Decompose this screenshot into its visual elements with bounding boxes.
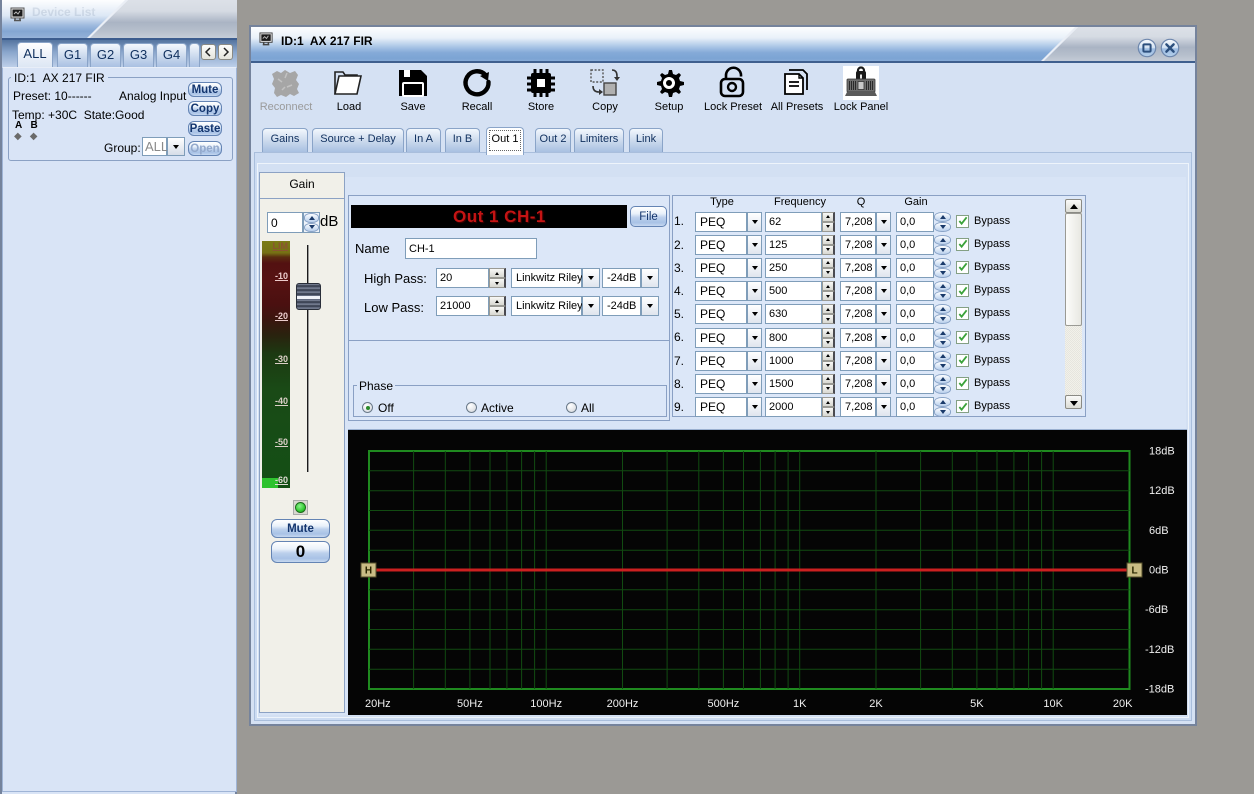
svg-text:0dB: 0dB [1149, 565, 1169, 577]
svg-text:12dB: 12dB [1149, 485, 1175, 497]
svg-text:-18dB: -18dB [1145, 684, 1174, 696]
svg-text:6dB: 6dB [1149, 525, 1169, 537]
svg-text:50Hz: 50Hz [457, 698, 483, 710]
svg-text:5K: 5K [970, 698, 984, 710]
svg-text:18dB: 18dB [1149, 446, 1175, 458]
svg-text:10K: 10K [1043, 698, 1063, 710]
svg-text:20K: 20K [1113, 698, 1133, 710]
svg-text:-12dB: -12dB [1145, 644, 1174, 656]
svg-text:1K: 1K [793, 698, 807, 710]
svg-text:200Hz: 200Hz [607, 698, 639, 710]
svg-text:2K: 2K [869, 698, 883, 710]
svg-text:20Hz: 20Hz [365, 698, 391, 710]
svg-text:H: H [365, 566, 372, 577]
svg-text:500Hz: 500Hz [708, 698, 740, 710]
svg-text:100Hz: 100Hz [530, 698, 562, 710]
svg-text:-6dB: -6dB [1145, 604, 1168, 616]
svg-text:L: L [1131, 566, 1137, 577]
